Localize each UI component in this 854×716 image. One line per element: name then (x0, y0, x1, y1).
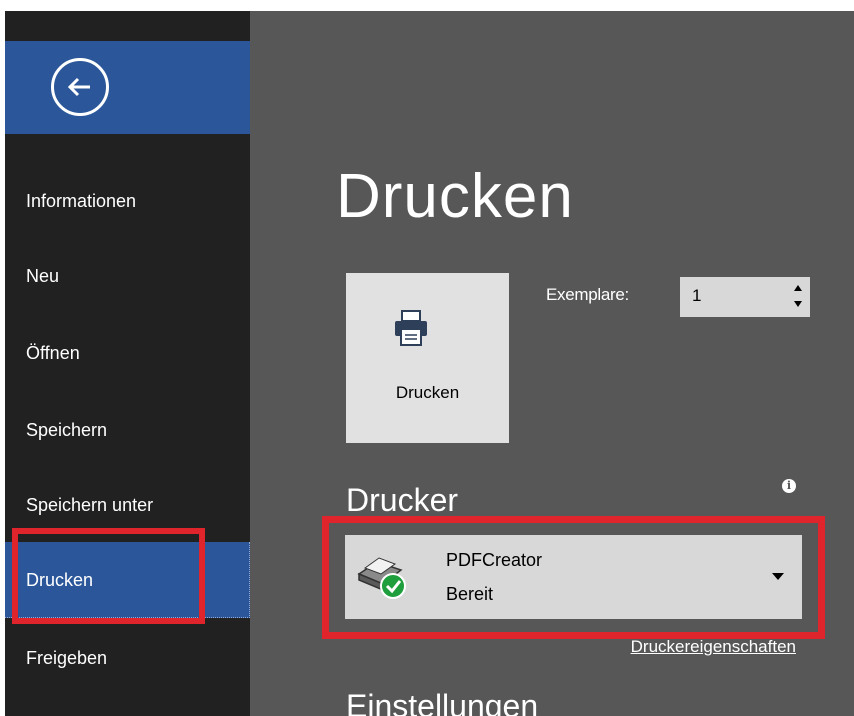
sidebar-item-label: Neu (26, 266, 60, 286)
highlight-box-nav (12, 528, 205, 624)
sidebar-item-label: Speichern (26, 420, 108, 440)
sidebar-item-speichern[interactable]: Speichern (5, 405, 250, 455)
back-button-area (5, 41, 250, 134)
info-icon[interactable]: i (782, 479, 796, 493)
highlight-box-printer (322, 516, 825, 639)
backstage-window: Informationen Neu Öffnen Speichern Speic… (5, 11, 854, 716)
print-button-label: Drucken (395, 383, 460, 402)
printer-section-title: Drucker (346, 482, 459, 518)
sidebar-item-oeffnen[interactable]: Öffnen (5, 328, 250, 378)
back-arrow-icon (67, 77, 90, 97)
sidebar-item-informationen[interactable]: Informationen (5, 176, 250, 226)
back-button[interactable] (51, 58, 109, 116)
spin-down-icon[interactable] (794, 301, 802, 307)
sidebar-item-label: Öffnen (26, 343, 80, 363)
print-pane: Drucken Drucken Exemplare: 1 Drucker i P… (250, 11, 854, 716)
sidebar-item-speichern-unter[interactable]: Speichern unter (5, 480, 250, 530)
sidebar-item-label: Freigeben (26, 648, 108, 668)
page-title: Drucken (336, 162, 574, 231)
sidebar-item-freigeben[interactable]: Freigeben (5, 633, 250, 683)
printer-properties-link[interactable]: Druckereigenschaften (631, 637, 796, 657)
copies-stepper[interactable]: 1 (680, 277, 810, 317)
print-button[interactable]: Drucken (346, 273, 509, 443)
settings-section-title: Einstellungen (346, 688, 539, 716)
sidebar-item-label: Speichern unter (26, 495, 154, 515)
sidebar-item-neu[interactable]: Neu (5, 251, 250, 301)
printer-icon (395, 310, 427, 346)
backstage-sidebar: Informationen Neu Öffnen Speichern Speic… (5, 11, 250, 716)
copies-label: Exemplare: (546, 285, 629, 304)
spin-up-icon[interactable] (794, 285, 802, 291)
sidebar-item-label: Informationen (26, 191, 137, 211)
copies-value: 1 (692, 286, 702, 305)
